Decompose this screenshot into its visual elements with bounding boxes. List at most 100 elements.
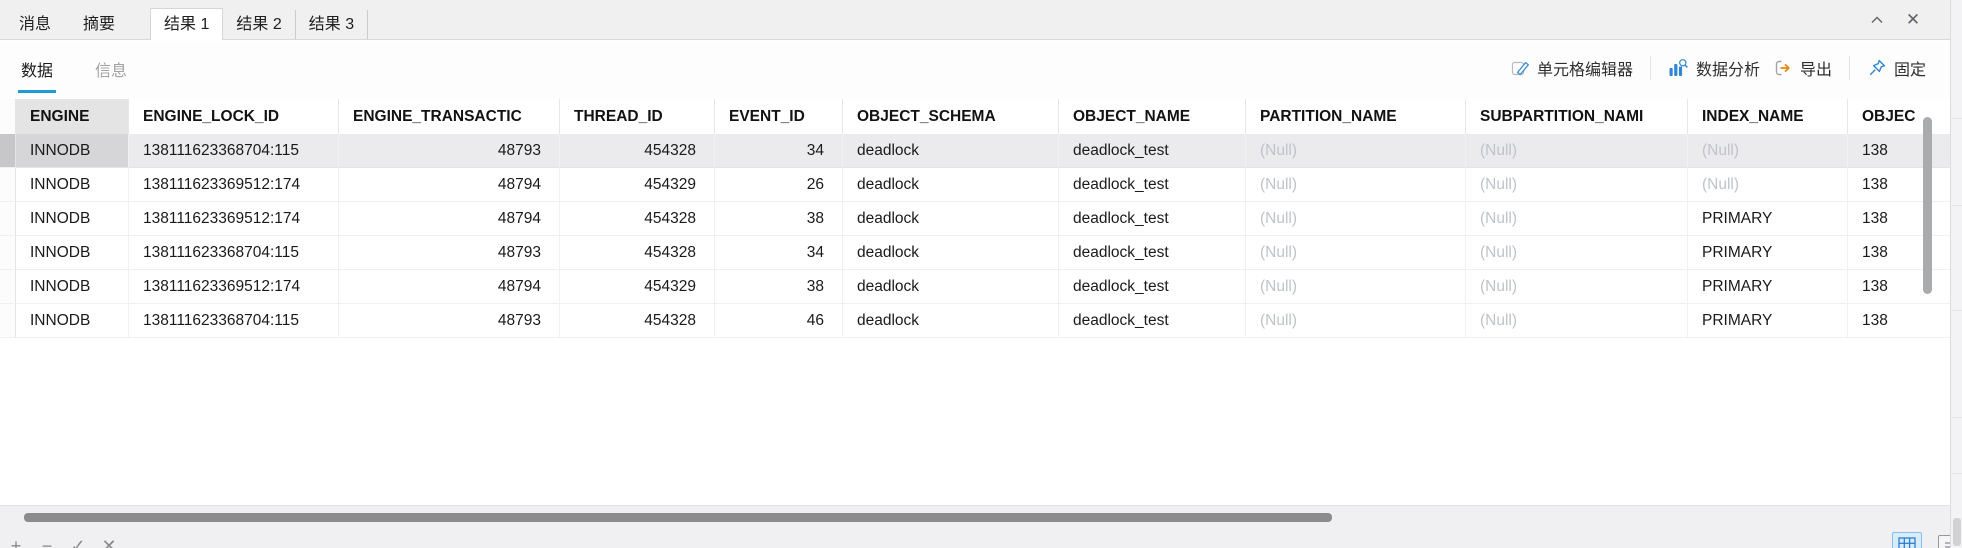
cell-engine_transaction[interactable]: 48793 <box>339 304 560 338</box>
column-header-subpartition_name[interactable]: SUBPARTITION_NAMI <box>1466 99 1688 134</box>
column-header-thread_id[interactable]: THREAD_ID <box>560 99 715 134</box>
column-header-object_name[interactable]: OBJECT_NAME <box>1059 99 1246 134</box>
cell-object_instance[interactable]: 138 <box>1848 168 1950 202</box>
tab-result-2[interactable]: 结果 2 <box>223 10 295 39</box>
row-selector[interactable] <box>0 134 16 168</box>
cell-event_id[interactable]: 38 <box>715 202 843 236</box>
cell-object_schema[interactable]: deadlock <box>843 202 1059 236</box>
cell-event_id[interactable]: 38 <box>715 270 843 304</box>
cell-engine[interactable]: INNODB <box>16 134 129 168</box>
column-header-object_schema[interactable]: OBJECT_SCHEMA <box>843 99 1059 134</box>
cell-object_name[interactable]: deadlock_test <box>1059 270 1246 304</box>
cell-index_name[interactable]: (Null) <box>1688 134 1848 168</box>
cell-object_instance[interactable]: 138 <box>1848 304 1950 338</box>
select-all-corner[interactable] <box>0 99 16 134</box>
cell-index_name[interactable]: PRIMARY <box>1688 270 1848 304</box>
cell-object_name[interactable]: deadlock_test <box>1059 134 1246 168</box>
row-selector[interactable] <box>0 168 16 202</box>
row-selector[interactable] <box>0 202 16 236</box>
row-selector[interactable] <box>0 270 16 304</box>
cell-event_id[interactable]: 34 <box>715 236 843 270</box>
cell-thread_id[interactable]: 454328 <box>560 236 715 270</box>
close-button[interactable]: ✕ <box>1904 11 1922 29</box>
column-header-event_id[interactable]: EVENT_ID <box>715 99 843 134</box>
cell-partition_name[interactable]: (Null) <box>1246 202 1466 236</box>
cell-engine[interactable]: INNODB <box>16 270 129 304</box>
column-header-engine[interactable]: ENGINE <box>16 99 129 134</box>
add-record-button[interactable]: + <box>8 537 24 548</box>
cell-object_instance[interactable]: 138 <box>1848 134 1950 168</box>
cell-thread_id[interactable]: 454328 <box>560 134 715 168</box>
table-row[interactable]: INNODB138111623368704:1154879345432834de… <box>0 134 1950 168</box>
cell-object_schema[interactable]: deadlock <box>843 270 1059 304</box>
cell-engine_lock_id[interactable]: 138111623368704:115 <box>129 134 339 168</box>
cell-engine_lock_id[interactable]: 138111623369512:174 <box>129 270 339 304</box>
cell-object_schema[interactable]: deadlock <box>843 134 1059 168</box>
cell-subpartition_name[interactable]: (Null) <box>1466 304 1688 338</box>
right-pane-edge[interactable] <box>1950 0 1962 548</box>
delete-record-button[interactable]: − <box>39 537 55 548</box>
table-row[interactable]: INNODB138111623368704:1154879345432834de… <box>0 236 1950 270</box>
cell-engine_transaction[interactable]: 48793 <box>339 236 560 270</box>
discard-changes-button[interactable]: ✕ <box>101 537 117 548</box>
collapse-button[interactable] <box>1868 11 1886 29</box>
cell-event_id[interactable]: 34 <box>715 134 843 168</box>
tab-info[interactable]: 信息 <box>92 57 130 93</box>
cell-event_id[interactable]: 46 <box>715 304 843 338</box>
tab-result-1[interactable]: 结果 1 <box>150 8 223 40</box>
cell-engine_transaction[interactable]: 48794 <box>339 202 560 236</box>
cell-engine_transaction[interactable]: 48793 <box>339 134 560 168</box>
cell-object_schema[interactable]: deadlock <box>843 168 1059 202</box>
tab-result-3[interactable]: 结果 3 <box>296 10 368 39</box>
cell-engine_lock_id[interactable]: 138111623368704:115 <box>129 304 339 338</box>
cell-engine[interactable]: INNODB <box>16 304 129 338</box>
cell-subpartition_name[interactable]: (Null) <box>1466 168 1688 202</box>
cell-object_instance[interactable]: 138 <box>1848 270 1950 304</box>
cell-object_name[interactable]: deadlock_test <box>1059 304 1246 338</box>
column-header-index_name[interactable]: INDEX_NAME <box>1688 99 1848 134</box>
table-row[interactable]: INNODB138111623369512:1744879445432838de… <box>0 202 1950 236</box>
export-button[interactable]: 导出 <box>1773 56 1832 80</box>
cell-subpartition_name[interactable]: (Null) <box>1466 202 1688 236</box>
cell-partition_name[interactable]: (Null) <box>1246 236 1466 270</box>
column-header-engine_transaction[interactable]: ENGINE_TRANSACTIC <box>339 99 560 134</box>
cell-engine[interactable]: INNODB <box>16 236 129 270</box>
table-row[interactable]: INNODB138111623368704:1154879345432846de… <box>0 304 1950 338</box>
cell-subpartition_name[interactable]: (Null) <box>1466 134 1688 168</box>
vertical-scrollbar[interactable] <box>1921 108 1934 504</box>
horizontal-scrollbar[interactable] <box>20 512 1340 523</box>
cell-object_instance[interactable]: 138 <box>1848 202 1950 236</box>
cell-index_name[interactable]: PRIMARY <box>1688 202 1848 236</box>
cell-engine_lock_id[interactable]: 138111623369512:174 <box>129 202 339 236</box>
grid-view-button[interactable] <box>1892 532 1922 548</box>
cell-engine_lock_id[interactable]: 138111623369512:174 <box>129 168 339 202</box>
cell-index_name[interactable]: (Null) <box>1688 168 1848 202</box>
cell-thread_id[interactable]: 454329 <box>560 270 715 304</box>
cell-engine[interactable]: INNODB <box>16 168 129 202</box>
column-header-partition_name[interactable]: PARTITION_NAME <box>1246 99 1466 134</box>
cell-partition_name[interactable]: (Null) <box>1246 168 1466 202</box>
cell-partition_name[interactable]: (Null) <box>1246 134 1466 168</box>
cell-object_schema[interactable]: deadlock <box>843 304 1059 338</box>
cell-index_name[interactable]: PRIMARY <box>1688 304 1848 338</box>
cell-partition_name[interactable]: (Null) <box>1246 304 1466 338</box>
cell-engine_lock_id[interactable]: 138111623368704:115 <box>129 236 339 270</box>
tab-messages[interactable]: 消息 <box>6 10 64 39</box>
cell-partition_name[interactable]: (Null) <box>1246 270 1466 304</box>
table-row[interactable]: INNODB138111623369512:1744879445432926de… <box>0 168 1950 202</box>
cell-engine[interactable]: INNODB <box>16 202 129 236</box>
cell-index_name[interactable]: PRIMARY <box>1688 236 1848 270</box>
cell-engine_transaction[interactable]: 48794 <box>339 270 560 304</box>
cell-object_name[interactable]: deadlock_test <box>1059 202 1246 236</box>
cell-object_instance[interactable]: 138 <box>1848 236 1950 270</box>
cell-editor-button[interactable]: 单元格编辑器 <box>1510 56 1633 80</box>
cell-event_id[interactable]: 26 <box>715 168 843 202</box>
tab-summary[interactable]: 摘要 <box>70 10 128 39</box>
tab-data[interactable]: 数据 <box>18 57 56 93</box>
horizontal-scrollbar-thumb[interactable] <box>24 513 1332 522</box>
cell-thread_id[interactable]: 454328 <box>560 202 715 236</box>
apply-changes-button[interactable]: ✓ <box>70 537 86 548</box>
column-header-engine_lock_id[interactable]: ENGINE_LOCK_ID <box>129 99 339 134</box>
pin-button[interactable]: 固定 <box>1867 56 1926 80</box>
cell-engine_transaction[interactable]: 48794 <box>339 168 560 202</box>
